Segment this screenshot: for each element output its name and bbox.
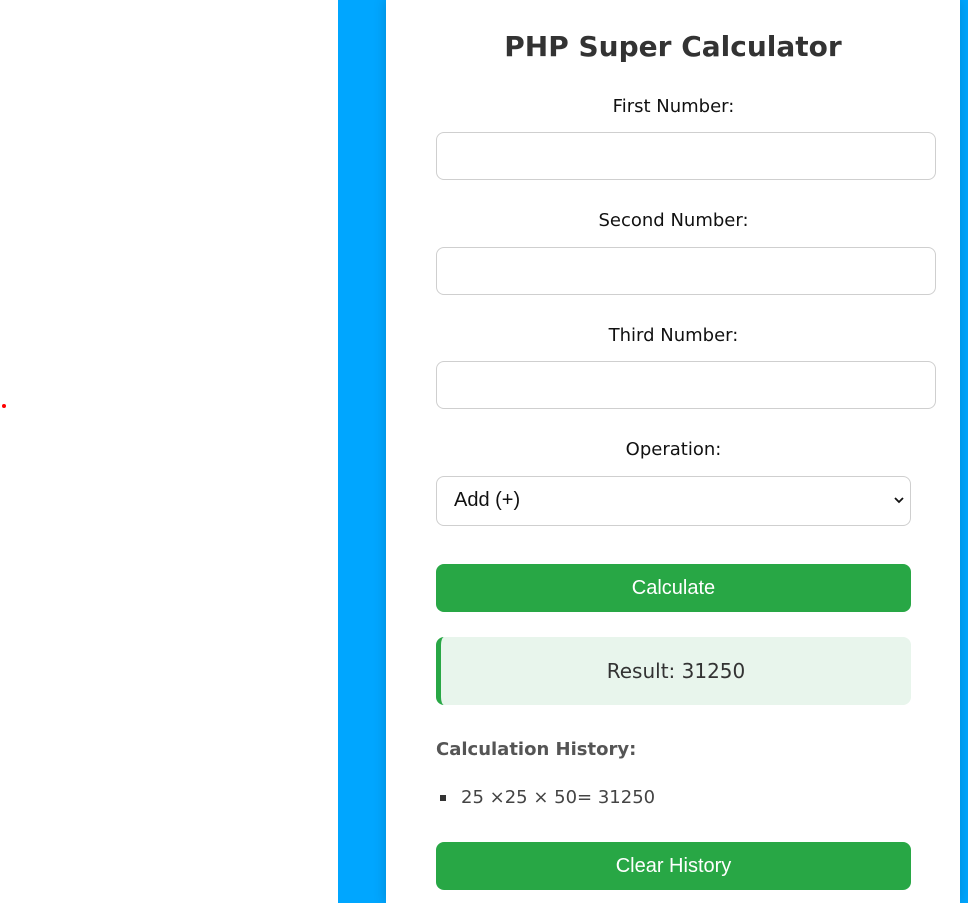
red-dot-marker — [2, 404, 6, 408]
history-item-text: 25 ×25 × 50= 31250 — [461, 787, 656, 808]
first-number-input[interactable] — [436, 132, 936, 180]
second-number-input[interactable] — [436, 247, 936, 295]
history-title: Calculation History: — [436, 739, 637, 760]
operation-select[interactable]: Add (+) — [436, 476, 911, 526]
page: PHP Super Calculator First Number: Secon… — [0, 0, 968, 903]
history-list: 25 ×25 × 50= 31250 — [436, 786, 655, 810]
operation-selected-value: Add (+) — [454, 489, 521, 511]
clear-history-button[interactable]: Clear History — [436, 842, 911, 890]
operation-label: Operation: — [625, 439, 722, 460]
result-box: Result: 31250 — [436, 637, 911, 705]
chevron-down-icon — [894, 497, 904, 504]
square-bullet-icon — [440, 795, 446, 801]
page-title: PHP Super Calculator — [504, 30, 842, 63]
third-number-label: Third Number: — [608, 325, 739, 346]
third-number-input[interactable] — [436, 361, 936, 409]
calculate-button[interactable]: Calculate — [436, 564, 911, 612]
first-number-label: First Number: — [612, 96, 735, 117]
history-item: 25 ×25 × 50= 31250 — [436, 786, 655, 810]
calculator-card: PHP Super Calculator First Number: Secon… — [386, 0, 960, 903]
second-number-label: Second Number: — [598, 210, 749, 231]
